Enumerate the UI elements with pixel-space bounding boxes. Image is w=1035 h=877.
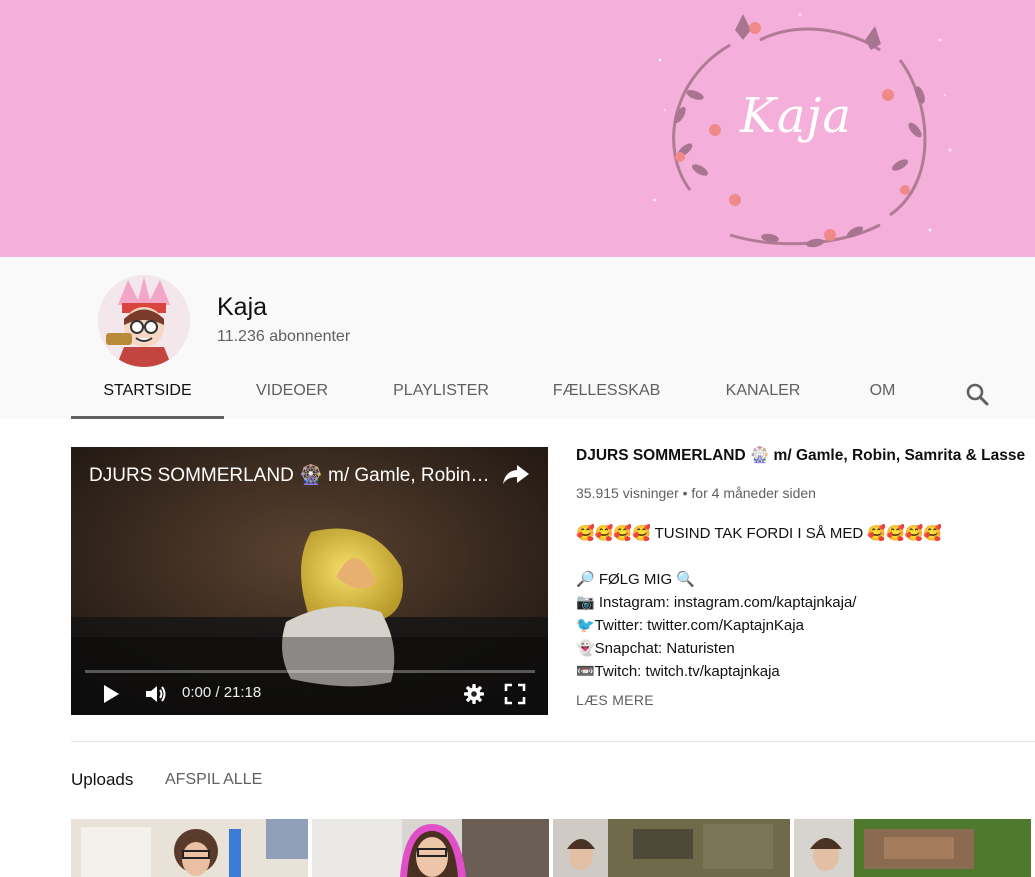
search-icon xyxy=(966,383,989,406)
video-description: 🥰🥰🥰🥰 TUSIND TAK FORDI I SÅ MED 🥰🥰🥰🥰 🔎 FØ… xyxy=(576,522,942,683)
player-title[interactable]: DJURS SOMMERLAND 🎡 m/ Gamle, Robin… xyxy=(89,463,490,487)
play-icon xyxy=(104,685,119,703)
channel-tabs: STARTSIDE VIDEOER PLAYLISTER FÆLLESSKAB … xyxy=(71,365,930,419)
description-line: 👻Snapchat: Naturisten xyxy=(576,640,735,657)
channel-banner: Kaja xyxy=(0,0,1035,257)
channel-name: Kaja xyxy=(217,293,268,321)
thumbnail-image xyxy=(312,819,549,877)
read-more-button[interactable]: LÆS MERE xyxy=(576,692,654,708)
banner-channel-name: Kaja xyxy=(740,88,852,144)
thumbnail-image xyxy=(553,819,790,877)
uploads-title[interactable]: Uploads xyxy=(71,770,133,790)
tab-startside[interactable]: STARTSIDE xyxy=(71,365,224,419)
play-all-button[interactable]: AFSPIL ALLE xyxy=(165,771,262,789)
tab-faellesskab[interactable]: FÆLLESSKAB xyxy=(522,365,691,419)
time-display: 0:00 / 21:18 xyxy=(182,684,262,701)
video-meta: 35.915 visninger • for 4 måneder siden xyxy=(576,485,816,501)
description-line: 🐦Twitter: twitter.com/KaptajnKaja xyxy=(576,617,804,634)
video-thumbnail[interactable] xyxy=(553,819,790,877)
fullscreen-icon xyxy=(504,683,526,705)
thumbnail-image xyxy=(71,819,308,877)
thumbnail-image xyxy=(794,819,1031,877)
avatar-image xyxy=(98,275,190,367)
channel-header: Kaja 11.236 abonnenter STARTSIDE VIDEOER… xyxy=(0,257,1035,419)
description-line: 📷 Instagram: instagram.com/kaptajnkaja/ xyxy=(576,594,857,611)
description-line xyxy=(576,545,942,568)
settings-button[interactable] xyxy=(463,683,485,710)
search-button[interactable] xyxy=(962,379,994,411)
gear-icon xyxy=(464,684,484,704)
volume-icon xyxy=(146,686,166,702)
share-button[interactable] xyxy=(501,461,531,487)
video-player[interactable]: DJURS SOMMERLAND 🎡 m/ Gamle, Robin… 0:00… xyxy=(71,447,548,715)
avatar[interactable] xyxy=(98,275,190,367)
play-button[interactable] xyxy=(101,683,121,710)
section-divider xyxy=(71,741,1035,742)
subscriber-count: 11.236 abonnenter xyxy=(217,328,351,345)
share-icon xyxy=(503,465,529,484)
video-title[interactable]: DJURS SOMMERLAND 🎡 m/ Gamle, Robin, Samr… xyxy=(576,446,1025,465)
tab-kanaler[interactable]: KANALER xyxy=(691,365,835,419)
description-line: 📼Twitch: twitch.tv/kaptajnkaja xyxy=(576,663,780,680)
tab-om[interactable]: OM xyxy=(835,365,930,419)
video-thumbnail[interactable] xyxy=(71,819,308,877)
description-line: 🥰🥰🥰🥰 TUSIND TAK FORDI I SÅ MED 🥰🥰🥰🥰 xyxy=(576,525,943,542)
description-line: 🔎 FØLG MIG 🔍 xyxy=(576,571,696,588)
video-frame xyxy=(71,447,548,715)
video-thumbnail[interactable] xyxy=(794,819,1031,877)
volume-button[interactable] xyxy=(144,683,168,710)
video-thumbnail[interactable] xyxy=(312,819,549,877)
tab-playlister[interactable]: PLAYLISTER xyxy=(360,365,522,419)
fullscreen-button[interactable] xyxy=(504,683,526,710)
tab-videoer[interactable]: VIDEOER xyxy=(224,365,360,419)
progress-bar[interactable] xyxy=(85,670,535,673)
